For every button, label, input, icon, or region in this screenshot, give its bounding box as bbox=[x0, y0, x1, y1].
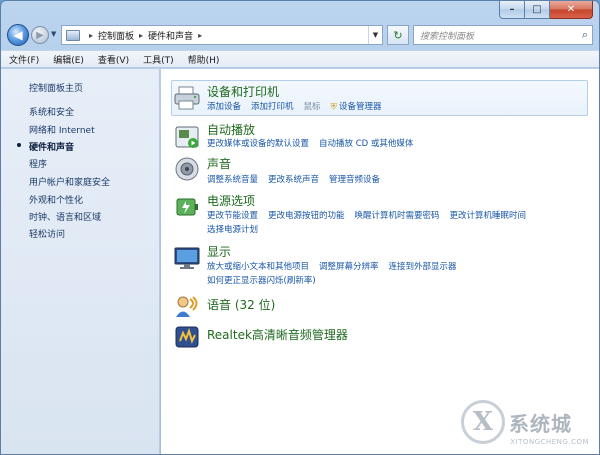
category-speech[interactable]: 语音 (32 位) bbox=[207, 296, 275, 313]
control-panel-icon bbox=[66, 29, 80, 41]
close-button[interactable]: ✕ bbox=[550, 1, 593, 19]
devices-links: 添加设备 添加打印机 鼠标 ⛨ 设备管理器 bbox=[207, 100, 391, 112]
link-change-sounds[interactable]: 更改系统声音 bbox=[268, 175, 319, 185]
menu-help[interactable]: 帮助(H) bbox=[188, 53, 220, 66]
link-autoplay-cd[interactable]: 自动播放 CD 或其他媒体 bbox=[319, 139, 413, 149]
link-add-printer[interactable]: 添加打印机 bbox=[251, 102, 294, 112]
history-dropdown-icon[interactable]: ▼ bbox=[51, 30, 56, 38]
link-change-media-defaults[interactable]: 更改媒体或设备的默认设置 bbox=[207, 139, 309, 149]
sidebar-item-network[interactable]: 网络和 Internet bbox=[29, 123, 95, 136]
link-change-sleep-time[interactable]: 更改计算机睡眠时间 bbox=[450, 211, 527, 221]
back-arrow-icon[interactable]: ◀ bbox=[7, 24, 29, 46]
sidebar-item-control-panel-home[interactable]: 控制面板主页 bbox=[29, 81, 83, 94]
sidebar-item-hardware-sound[interactable]: 硬件和声音 bbox=[29, 140, 74, 153]
speaker-icon bbox=[175, 157, 199, 181]
category-display[interactable]: 显示 bbox=[207, 243, 231, 260]
maximize-button[interactable]: □ bbox=[525, 1, 550, 19]
menu-view[interactable]: 查看(V) bbox=[98, 53, 129, 66]
watermark-logo: X 系统城 XITONGCHENG.COM bbox=[461, 396, 593, 448]
menu-tools[interactable]: 工具(T) bbox=[143, 53, 174, 66]
left-navigation-pane: 控制面板主页 系统和安全 网络和 Internet 硬件和声音 程序 用户帐户和… bbox=[1, 69, 160, 454]
watermark-text: 系统城 bbox=[509, 411, 572, 436]
link-require-password-wake[interactable]: 唤醒计算机时需要密码 bbox=[355, 211, 440, 221]
category-realtek-audio[interactable]: Realtek高清晰音频管理器 bbox=[207, 326, 348, 343]
control-panel-window: – □ ✕ ◀ ▶ ▼ ▸ 控制面板 ▸ 硬件和声音 ▸ ▼ ↻ 搜索控制面板 … bbox=[0, 0, 600, 455]
forward-arrow-icon[interactable]: ▶ bbox=[31, 26, 49, 44]
realtek-icon bbox=[175, 326, 199, 348]
breadcrumb-hardware-sound[interactable]: 硬件和声音 bbox=[148, 29, 193, 42]
link-screen-resolution[interactable]: 调整屏幕分辨率 bbox=[319, 262, 379, 272]
power-icon bbox=[176, 198, 198, 216]
watermark-mark: X bbox=[461, 400, 505, 444]
link-adjust-volume[interactable]: 调整系统音量 bbox=[207, 175, 258, 185]
sidebar-item-ease-of-access[interactable]: 轻松访问 bbox=[29, 227, 65, 240]
caption-buttons: – □ ✕ bbox=[499, 1, 593, 19]
chevron-right-icon[interactable]: ▸ bbox=[89, 31, 93, 40]
minimize-button[interactable]: – bbox=[499, 1, 525, 19]
uac-shield-icon: ⛨ bbox=[330, 102, 337, 112]
power-links-row2: 选择电源计划 bbox=[207, 223, 268, 235]
display-links-row2: 如何更正显示器闪烁(刷新率) bbox=[207, 274, 326, 286]
link-flicker-refresh-rate[interactable]: 如何更正显示器闪烁(刷新率) bbox=[207, 276, 316, 286]
category-power-options[interactable]: 电源选项 bbox=[207, 192, 255, 209]
link-choose-power-plan[interactable]: 选择电源计划 bbox=[207, 225, 258, 235]
sound-links: 调整系统音量 更改系统声音 管理音频设备 bbox=[207, 173, 390, 185]
breadcrumb-control-panel[interactable]: 控制面板 bbox=[98, 29, 134, 42]
autoplay-links: 更改媒体或设备的默认设置 自动播放 CD 或其他媒体 bbox=[207, 137, 423, 149]
address-bar[interactable]: ▸ 控制面板 ▸ 硬件和声音 ▸ ▼ bbox=[61, 25, 383, 45]
search-icon[interactable]: ⌕ bbox=[582, 28, 588, 42]
address-dropdown-icon[interactable]: ▼ bbox=[368, 26, 382, 44]
main-content-pane: 设备和打印机 添加设备 添加打印机 鼠标 ⛨ 设备管理器 自动播放 更改媒体或设备的默认… bbox=[161, 69, 599, 454]
menu-bar: 文件(F) 编辑(E) 查看(V) 工具(T) 帮助(H) bbox=[1, 50, 599, 68]
link-text-size[interactable]: 放大或缩小文本和其他项目 bbox=[207, 262, 309, 272]
search-placeholder: 搜索控制面板 bbox=[420, 31, 475, 42]
active-bullet-icon bbox=[17, 143, 21, 147]
autoplay-icon bbox=[175, 126, 199, 148]
display-icon bbox=[174, 247, 200, 269]
link-add-device[interactable]: 添加设备 bbox=[207, 102, 241, 112]
category-autoplay[interactable]: 自动播放 bbox=[207, 121, 255, 138]
refresh-button[interactable]: ↻ bbox=[387, 25, 409, 45]
navigation-bar: ◀ ▶ ▼ ▸ 控制面板 ▸ 硬件和声音 ▸ ▼ ↻ 搜索控制面板 ⌕ bbox=[1, 23, 599, 49]
chevron-right-icon[interactable]: ▸ bbox=[198, 31, 202, 40]
link-device-manager[interactable]: 设备管理器 bbox=[339, 102, 382, 112]
link-mouse[interactable]: 鼠标 bbox=[304, 102, 321, 112]
menu-edit[interactable]: 编辑(E) bbox=[53, 53, 84, 66]
search-input[interactable]: 搜索控制面板 ⌕ bbox=[413, 25, 593, 45]
sidebar-item-programs[interactable]: 程序 bbox=[29, 157, 47, 170]
link-power-button-function[interactable]: 更改电源按钮的功能 bbox=[268, 211, 345, 221]
category-sound[interactable]: 声音 bbox=[207, 155, 231, 172]
category-devices-printers[interactable]: 设备和打印机 bbox=[207, 83, 279, 100]
speech-icon bbox=[176, 296, 198, 317]
link-change-power-saving[interactable]: 更改节能设置 bbox=[207, 211, 258, 221]
display-links-row1: 放大或缩小文本和其他项目 调整屏幕分辨率 连接到外部显示器 bbox=[207, 260, 467, 272]
printer-icon bbox=[174, 86, 200, 110]
sidebar-item-appearance[interactable]: 外观和个性化 bbox=[29, 193, 83, 206]
link-manage-audio-devices[interactable]: 管理音频设备 bbox=[329, 175, 380, 185]
refresh-icon: ↻ bbox=[393, 28, 403, 42]
link-external-display[interactable]: 连接到外部显示器 bbox=[389, 262, 457, 272]
watermark-subtext: XITONGCHENG.COM bbox=[510, 438, 589, 446]
menu-file[interactable]: 文件(F) bbox=[9, 53, 39, 66]
chevron-right-icon[interactable]: ▸ bbox=[139, 31, 143, 40]
sidebar-item-user-accounts[interactable]: 用户帐户和家庭安全 bbox=[29, 175, 110, 188]
sidebar-item-clock-language[interactable]: 时钟、语言和区域 bbox=[29, 210, 101, 223]
power-links-row1: 更改节能设置 更改电源按钮的功能 唤醒计算机时需要密码 更改计算机睡眠时间 bbox=[207, 209, 536, 221]
sidebar-item-system-security[interactable]: 系统和安全 bbox=[29, 105, 74, 118]
